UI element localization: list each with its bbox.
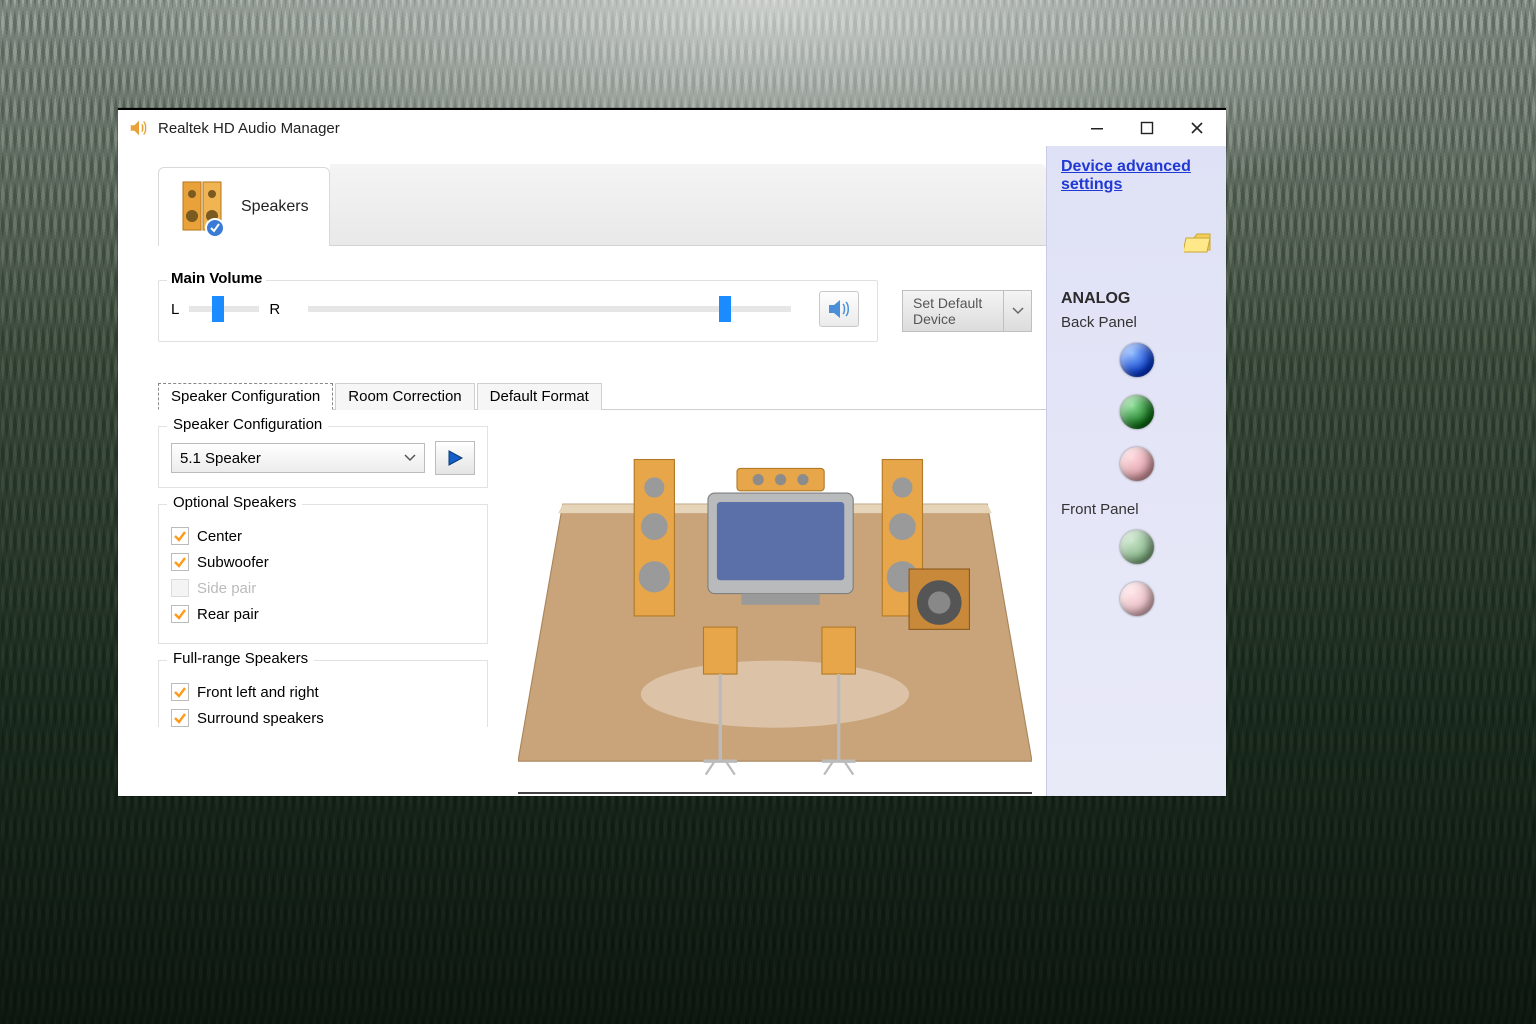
tab-speaker-configuration[interactable]: Speaker Configuration: [158, 383, 333, 410]
checkbox-surround-label: Surround speakers: [197, 710, 324, 727]
checkbox-rear-pair[interactable]: Rear pair: [171, 605, 475, 623]
balance-right-label: R: [269, 301, 280, 318]
balance-slider[interactable]: L R: [171, 301, 280, 318]
main-panel: Speakers Main Volume L R: [118, 146, 1046, 796]
volume-slider[interactable]: [308, 306, 791, 312]
minimize-button[interactable]: [1072, 113, 1122, 143]
set-default-device-dropdown[interactable]: Set Default Device: [902, 290, 1032, 332]
title-bar[interactable]: Realtek HD Audio Manager: [118, 110, 1226, 146]
checkmark-icon: [173, 711, 187, 725]
mute-button[interactable]: [819, 291, 859, 327]
optional-speakers-legend: Optional Speakers: [167, 494, 302, 511]
speaker-layout-illustration: Speaker Fill: [518, 426, 1032, 796]
checkmark-icon: [173, 555, 187, 569]
balance-left-label: L: [171, 301, 179, 318]
speaker-config-value: 5.1 Speaker: [180, 450, 261, 467]
jack-back-pink[interactable]: [1120, 447, 1154, 481]
device-tab-speakers[interactable]: Speakers: [158, 167, 330, 246]
checkbox-front-lr[interactable]: Front left and right: [171, 683, 475, 701]
chevron-down-icon: [1003, 291, 1031, 331]
checkbox-front-lr-label: Front left and right: [197, 684, 319, 701]
speaker-config-group: Speaker Configuration 5.1 Speaker: [158, 426, 488, 488]
tab-room-correction[interactable]: Room Correction: [335, 383, 474, 410]
window-title: Realtek HD Audio Manager: [158, 120, 340, 137]
checkbox-side-pair: Side pair: [171, 579, 475, 597]
full-range-legend: Full-range Speakers: [167, 650, 314, 667]
checkbox-rear-pair-label: Rear pair: [197, 606, 259, 623]
jack-front-green[interactable]: [1120, 530, 1154, 564]
jack-front-pink[interactable]: [1120, 582, 1154, 616]
close-button[interactable]: [1172, 113, 1222, 143]
checkmark-icon: [173, 529, 187, 543]
test-play-button[interactable]: [435, 441, 475, 475]
analog-heading: ANALOG: [1061, 290, 1212, 308]
tab-bar-filler: [330, 164, 1046, 246]
checkmark-icon: [173, 607, 187, 621]
optional-speakers-group: Optional Speakers Center Subwoofer Side …: [158, 504, 488, 644]
speaker-config-combobox[interactable]: 5.1 Speaker: [171, 443, 425, 473]
chevron-down-icon: [404, 454, 416, 462]
balance-thumb[interactable]: [212, 296, 224, 322]
checkbox-surround[interactable]: Surround speakers: [171, 709, 475, 727]
main-volume-group: Main Volume L R: [158, 280, 878, 342]
side-panel: Device advanced settings ANALOG Back Pan…: [1046, 146, 1226, 796]
checkbox-center-label: Center: [197, 528, 242, 545]
play-icon: [446, 449, 464, 467]
jack-back-blue[interactable]: [1120, 343, 1154, 377]
speaker-config-legend: Speaker Configuration: [167, 416, 328, 433]
front-panel-label: Front Panel: [1061, 501, 1212, 518]
tab-default-format[interactable]: Default Format: [477, 383, 602, 410]
full-range-group: Full-range Speakers Front left and right…: [158, 660, 488, 727]
volume-thumb[interactable]: [719, 296, 731, 322]
set-default-device-label: Set Default Device: [903, 291, 1003, 331]
device-advanced-settings-link[interactable]: Device advanced settings: [1061, 158, 1191, 193]
speakers-icon: [179, 178, 229, 236]
checkbox-subwoofer-label: Subwoofer: [197, 554, 269, 571]
checkmark-icon: [173, 685, 187, 699]
checkbox-center[interactable]: Center: [171, 527, 475, 545]
folder-icon[interactable]: [1184, 232, 1212, 254]
speaker-volume-icon: [128, 117, 150, 139]
device-tab-label: Speakers: [241, 198, 309, 216]
app-window: Realtek HD Audio Manager: [118, 108, 1226, 796]
checkbox-side-pair-label: Side pair: [197, 580, 256, 597]
maximize-button[interactable]: [1122, 113, 1172, 143]
jack-back-green[interactable]: [1120, 395, 1154, 429]
main-volume-legend: Main Volume: [167, 270, 266, 287]
checkbox-subwoofer[interactable]: Subwoofer: [171, 553, 475, 571]
back-panel-label: Back Panel: [1061, 314, 1212, 331]
sub-tab-bar: Speaker Configuration Room Correction De…: [158, 382, 1046, 410]
